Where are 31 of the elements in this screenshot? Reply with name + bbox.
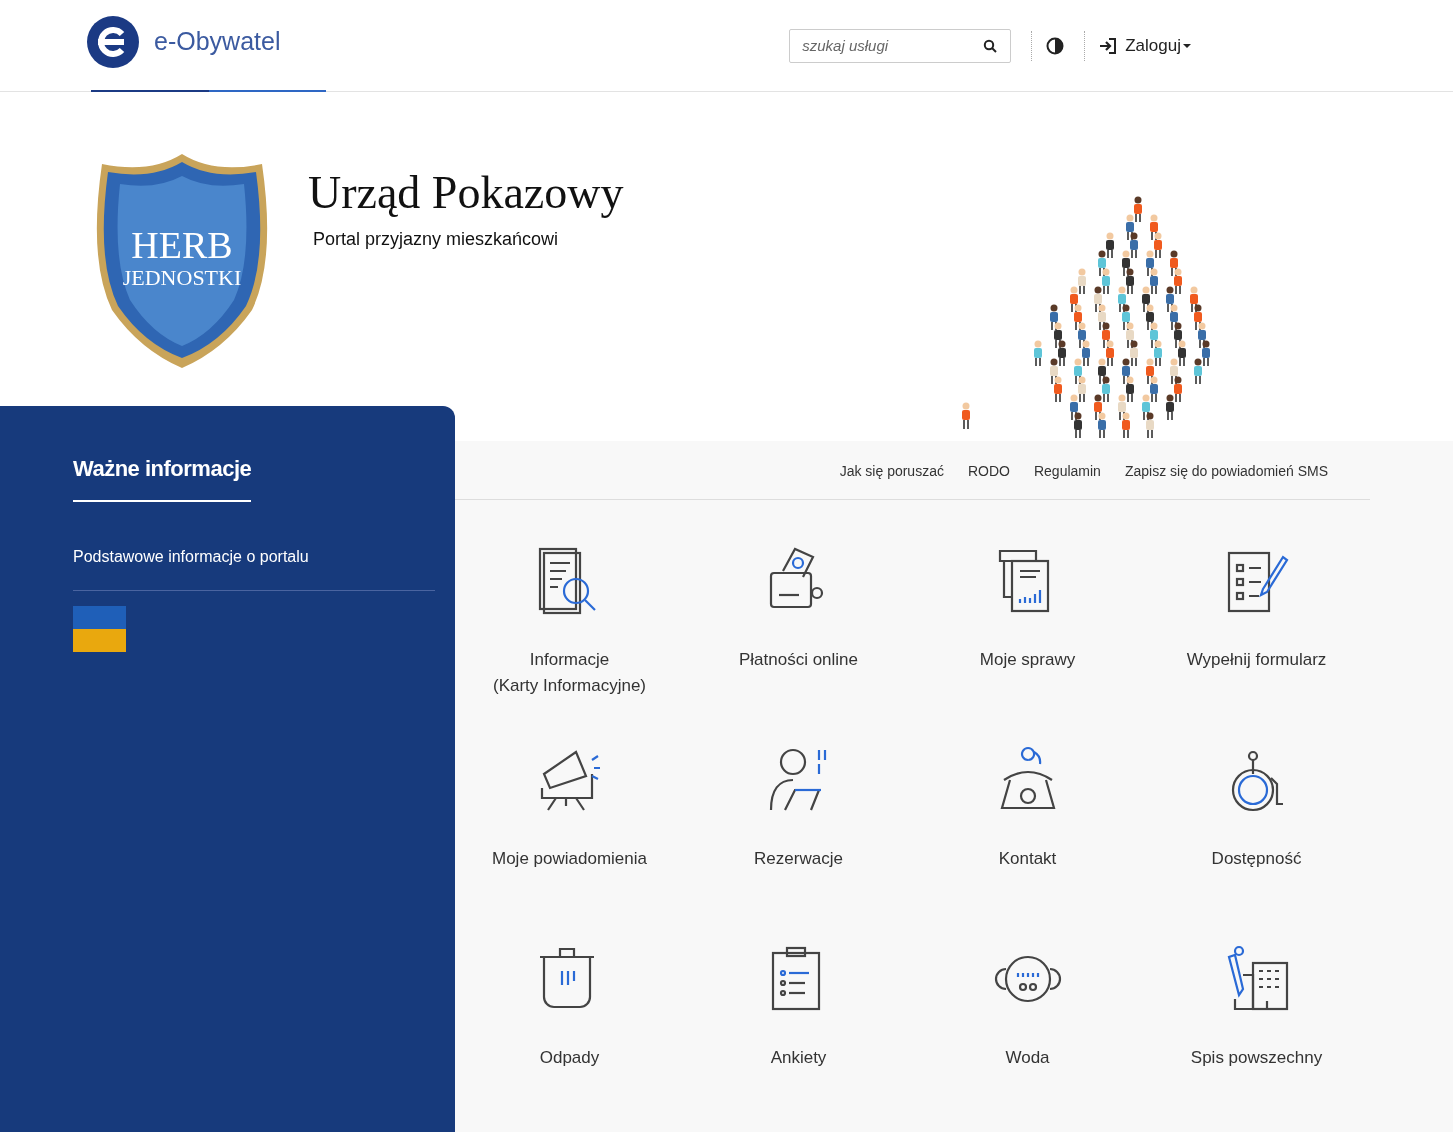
- sidebar-heading: Ważne informacje: [73, 456, 252, 502]
- crest-text: JEDNOSTKI: [122, 265, 242, 290]
- service-tile[interactable]: Moje sprawy: [913, 547, 1142, 746]
- caret-icon: [1183, 43, 1191, 48]
- search-icon[interactable]: [983, 38, 998, 53]
- top-link[interactable]: Jak się poruszać: [839, 463, 944, 479]
- service-tile[interactable]: Odpady: [455, 945, 684, 1132]
- top-link[interactable]: Regulamin: [1033, 463, 1101, 479]
- service-tile[interactable]: Spis powszechny: [1142, 945, 1371, 1132]
- service-tile[interactable]: Wypełnij formularz: [1142, 547, 1371, 746]
- search-field[interactable]: szukaj usługi: [789, 28, 1012, 63]
- sidebar-link[interactable]: Podstawowe informacje o portalu: [73, 548, 435, 591]
- top-link[interactable]: RODO: [967, 463, 1010, 479]
- service-tile[interactable]: Płatności online: [684, 547, 913, 746]
- service-tile[interactable]: Moje powiadomienia: [455, 746, 684, 945]
- logo-icon: [84, 14, 142, 69]
- logo-text[interactable]: e-Obywatel: [154, 27, 281, 56]
- contrast-icon[interactable]: [1046, 36, 1065, 55]
- flag-icon[interactable]: [73, 606, 126, 652]
- page-subtitle: Portal przyjazny mieszkańcowi: [313, 229, 560, 250]
- crest-text: HERB: [131, 224, 233, 266]
- service-tile[interactable]: Woda: [913, 945, 1142, 1132]
- service-tile[interactable]: Informacje (Karty Informacyjne): [455, 547, 684, 746]
- service-tile[interactable]: Rezerwacje: [684, 746, 913, 945]
- login-button[interactable]: Zaloguj: [1099, 35, 1191, 56]
- service-tile[interactable]: Ankiety: [684, 945, 913, 1132]
- page-title: Urząd Pokazowy: [308, 166, 624, 219]
- login-icon: [1099, 37, 1118, 54]
- top-link[interactable]: Zapisz się do powiadomień SMS: [1124, 463, 1328, 479]
- service-tile[interactable]: Dostępność: [1142, 746, 1371, 945]
- service-tile[interactable]: Kontakt: [913, 746, 1142, 945]
